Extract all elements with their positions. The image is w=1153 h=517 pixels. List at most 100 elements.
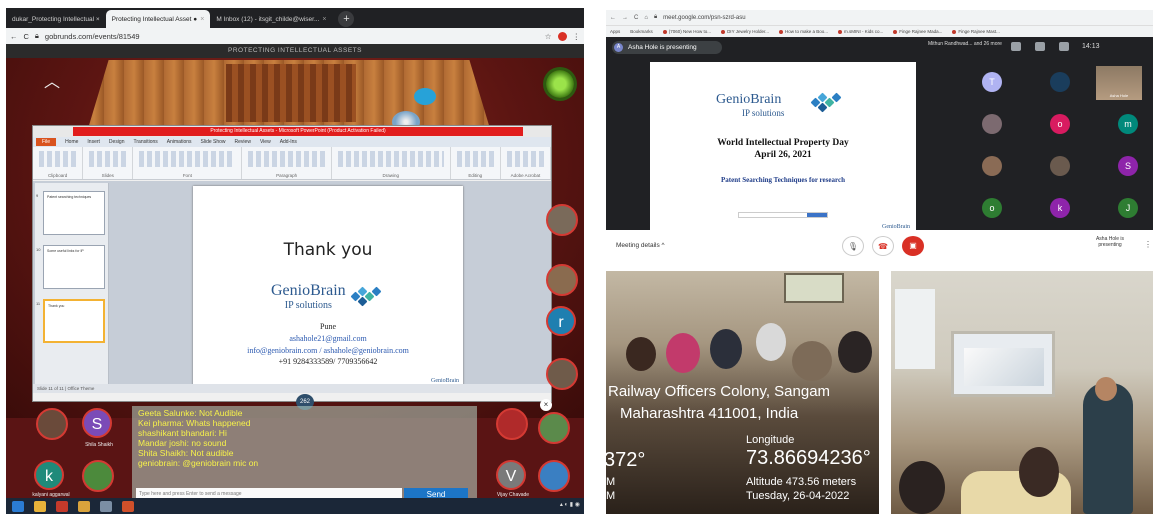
menu-icon[interactable]: ⋮	[573, 32, 581, 41]
bookmark-item[interactable]: Bookmarks	[630, 29, 653, 34]
browser-tab[interactable]: M Inbox (12) - itsgit_childe@wiser... ×	[210, 10, 332, 28]
speech-bubble-icon[interactable]	[414, 88, 436, 105]
slide-thumbnail-selected[interactable]: Thank you	[43, 299, 105, 343]
participant-tile[interactable]: o	[982, 198, 1002, 218]
back-icon[interactable]: ←	[10, 32, 18, 41]
attendee-avatar[interactable]: S	[82, 408, 112, 438]
participant-tile[interactable]	[982, 114, 1002, 134]
activities-icon[interactable]	[1059, 42, 1069, 51]
bookmark-item[interactable]: Finge Rajnee Mada...	[893, 29, 942, 34]
meeting-details-button[interactable]: Meeting details ^	[616, 242, 665, 249]
chat-icon[interactable]	[1035, 42, 1045, 51]
record-icon	[557, 31, 567, 41]
powerpoint-icon[interactable]	[122, 500, 134, 512]
new-tab-button[interactable]: +	[338, 11, 355, 27]
ppt-tab-design[interactable]: Design	[109, 139, 125, 145]
attendee-avatar[interactable]	[36, 408, 68, 440]
edge-icon[interactable]	[12, 500, 24, 512]
participants-summary[interactable]: Mithun Randhwad... and 26 more	[928, 41, 1002, 47]
home-icon[interactable]: ⌂	[644, 15, 648, 21]
bookmark-item[interactable]: m.sMINI - Kids co...	[838, 29, 883, 34]
camera-off-icon[interactable]: ▣	[902, 236, 924, 256]
bookmark-item[interactable]: DIY Jewelry Holder...	[721, 29, 769, 34]
hang-up-icon[interactable]: ☎︎	[872, 236, 894, 256]
ppt-tab-view[interactable]: View	[260, 139, 271, 145]
slide-thumbnail[interactable]: Patent searching techniques	[43, 191, 105, 235]
chrome-icon[interactable]	[78, 500, 90, 512]
attendee-avatar[interactable]	[538, 412, 570, 444]
ribbon-group-editing[interactable]: Editing	[451, 147, 501, 179]
ppt-tab-slideshow[interactable]: Slide Show	[201, 139, 226, 145]
participant-tile[interactable]: J	[1118, 198, 1138, 218]
geotag-fragment: M	[606, 476, 616, 488]
browser-tab[interactable]: dukar_Protecting Intellectual ×	[6, 10, 106, 28]
geotag-longitude-label: Longitude	[746, 434, 795, 446]
ribbon-group-adobe[interactable]: Adobe Acrobat	[501, 147, 552, 179]
participant-tile[interactable]: S	[1118, 156, 1138, 176]
attendee-avatar[interactable]	[82, 460, 114, 492]
attendee-avatar[interactable]: r	[546, 306, 576, 336]
attendee-avatar[interactable]	[496, 408, 528, 440]
ppt-tab-animations[interactable]: Animations	[167, 139, 192, 145]
attendee-avatar[interactable]: k	[34, 460, 64, 490]
attendee-avatar[interactable]	[546, 264, 578, 296]
meet-url[interactable]: meet.google.com/psn-szrd-asu	[663, 15, 745, 21]
participant-tile[interactable]: m	[1118, 114, 1138, 134]
ppt-tab-addins[interactable]: Add-Ins	[280, 139, 297, 145]
participant-tile[interactable]	[1050, 72, 1070, 92]
back-icon[interactable]: ←	[610, 15, 616, 21]
self-video-tile[interactable]: Asha Hole	[1096, 66, 1142, 100]
folder-icon[interactable]	[34, 500, 46, 512]
ribbon-group-drawing[interactable]: Drawing	[332, 147, 451, 179]
geotag-latitude-fragment: 372°	[606, 449, 646, 471]
reload-icon[interactable]: C	[634, 15, 638, 21]
participant-tile[interactable]	[1050, 156, 1070, 176]
bookmark-item[interactable]: Apps	[610, 29, 620, 34]
more-options-icon[interactable]: ⋮	[1144, 240, 1152, 249]
microphone-icon[interactable]: 🎙︎	[842, 236, 864, 256]
presenter-face	[1095, 377, 1117, 401]
participant-tile[interactable]: o	[1050, 114, 1070, 134]
bookmark-item[interactable]: (7060) New How to...	[662, 29, 711, 34]
app-icon[interactable]	[100, 500, 112, 512]
close-icon[interactable]: ×	[322, 16, 326, 23]
chat-message: shashikant bhandari: Hi	[138, 428, 227, 438]
participant-tile[interactable]: k	[1050, 198, 1070, 218]
participant-tile[interactable]	[982, 156, 1002, 176]
star-icon[interactable]: ☆	[545, 32, 552, 41]
ribbon-group-slides[interactable]: Slides	[83, 147, 134, 179]
slide-canvas[interactable]: Thank you GenioBrain IP solutions Pune as…	[193, 186, 463, 388]
bookmark-item[interactable]: Finge Rajnee Mast...	[952, 29, 1000, 34]
ppt-tab-review[interactable]: Review	[235, 139, 251, 145]
ribbon-group-paragraph[interactable]: Paragraph	[242, 147, 332, 179]
media-player-icon[interactable]	[56, 500, 68, 512]
slide-thumbnail[interactable]: Some useful links for IP	[43, 245, 105, 289]
presenting-text: Asha Hole is presenting	[628, 44, 697, 51]
url-text[interactable]: gobrunds.com/events/81549	[45, 32, 140, 41]
reload-icon[interactable]: C	[24, 32, 29, 41]
ribbon-group-clipboard[interactable]: Clipboard	[33, 147, 84, 179]
people-icon[interactable]	[1011, 42, 1021, 51]
system-tray[interactable]: ▴ ◐ ▮ ◉	[560, 501, 580, 508]
close-icon[interactable]: ×	[540, 399, 552, 411]
ribbon-group-font[interactable]: Font	[133, 147, 243, 179]
browser-tab-active[interactable]: Protecting Intellectual Asset ● ×	[105, 10, 211, 28]
chat-message: Shita Shaikh: Not audible	[138, 448, 234, 458]
ppt-tab-file[interactable]: File	[36, 138, 57, 146]
ppt-tab-home[interactable]: Home	[65, 139, 78, 145]
close-icon[interactable]: ×	[200, 16, 204, 23]
attendee-avatar[interactable]	[538, 460, 570, 492]
attendee-avatar[interactable]	[546, 204, 578, 236]
bookmark-item[interactable]: How to make a Boo...	[779, 29, 828, 34]
attendee-avatar[interactable]: V	[496, 460, 526, 490]
forward-icon[interactable]: →	[622, 15, 628, 21]
presenting-status[interactable]: Asha Hole is presenting	[1090, 236, 1130, 248]
presenting-chip[interactable]: A Asha Hole is presenting	[612, 41, 722, 54]
geotag-address-line2: Maharashtra 411001, India	[620, 405, 799, 422]
ppt-tab-transitions[interactable]: Transitions	[134, 139, 158, 145]
participant-tile[interactable]: T	[982, 72, 1002, 92]
ppt-tab-insert[interactable]: Insert	[87, 139, 100, 145]
presenter-initial: A	[614, 43, 623, 52]
chevron-up-icon[interactable]: ︿	[44, 68, 60, 92]
attendee-avatar[interactable]	[546, 358, 578, 390]
